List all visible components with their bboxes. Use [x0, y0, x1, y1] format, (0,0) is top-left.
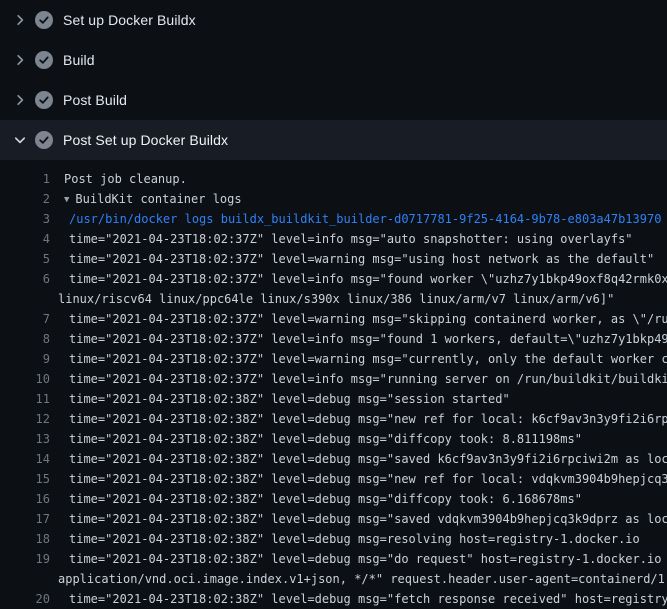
log-area: 1 Post job cleanup. 2 ▼BuildKit containe… [0, 160, 667, 609]
check-circle-icon [35, 131, 53, 149]
log-line-number[interactable] [0, 569, 50, 589]
log-line-number[interactable]: 8 [0, 329, 50, 349]
log-line-text: time="2021-04-23T18:02:37Z" level=warnin… [50, 309, 667, 329]
log-line-text: time="2021-04-23T18:02:38Z" level=debug … [50, 549, 667, 569]
log-line: 6 time="2021-04-23T18:02:37Z" level=info… [0, 269, 667, 289]
chevron-right-icon [12, 92, 28, 108]
log-line-number[interactable]: 5 [0, 249, 50, 269]
log-line: 11 time="2021-04-23T18:02:38Z" level=deb… [0, 389, 667, 409]
log-line-number[interactable]: 9 [0, 349, 50, 369]
log-line: 9 time="2021-04-23T18:02:37Z" level=warn… [0, 349, 667, 369]
log-line: 2 ▼BuildKit container logs [0, 189, 667, 209]
log-line: 1 Post job cleanup. [0, 169, 667, 189]
triangle-down-icon[interactable]: ▼ [64, 190, 69, 209]
log-line: 8 time="2021-04-23T18:02:37Z" level=info… [0, 329, 667, 349]
log-line-number[interactable]: 2 [0, 189, 50, 209]
step-title: Set up Docker Buildx [63, 12, 196, 28]
log-line: 14 time="2021-04-23T18:02:38Z" level=deb… [0, 449, 667, 469]
log-line-text: application/vnd.oci.image.index.v1+json,… [50, 569, 667, 589]
log-line-text: time="2021-04-23T18:02:37Z" level=info m… [50, 329, 667, 349]
log-line-number[interactable]: 20 [0, 589, 50, 609]
log-line-text: time="2021-04-23T18:02:38Z" level=debug … [50, 449, 667, 469]
log-line: 18 time="2021-04-23T18:02:38Z" level=deb… [0, 529, 667, 549]
log-line-text: ▼BuildKit container logs [50, 189, 242, 209]
log-line: 4 time="2021-04-23T18:02:37Z" level=info… [0, 229, 667, 249]
step-title: Build [63, 52, 95, 68]
step-title: Post Build [63, 92, 127, 108]
log-line-number[interactable]: 11 [0, 389, 50, 409]
log-line: 19 time="2021-04-23T18:02:38Z" level=deb… [0, 549, 667, 569]
step-row-build[interactable]: Build [0, 40, 667, 80]
log-line-number[interactable]: 7 [0, 309, 50, 329]
step-row-setup-docker-buildx[interactable]: Set up Docker Buildx [0, 0, 667, 40]
log-line-number[interactable]: 3 [0, 209, 50, 229]
log-line-text: time="2021-04-23T18:02:37Z" level=warnin… [50, 349, 667, 369]
log-line: 7 time="2021-04-23T18:02:37Z" level=warn… [0, 309, 667, 329]
log-line: 17 time="2021-04-23T18:02:38Z" level=deb… [0, 509, 667, 529]
check-circle-icon [35, 11, 53, 29]
log-line-text: time="2021-04-23T18:02:38Z" level=debug … [50, 509, 667, 529]
log-line-text: time="2021-04-23T18:02:38Z" level=debug … [50, 409, 667, 429]
log-line-text: Post job cleanup. [50, 169, 187, 189]
log-line: 12 time="2021-04-23T18:02:38Z" level=deb… [0, 409, 667, 429]
log-line-number[interactable]: 18 [0, 529, 50, 549]
log-line-number[interactable]: 10 [0, 369, 50, 389]
step-row-post-setup-docker-buildx[interactable]: Post Set up Docker Buildx [0, 120, 667, 160]
log-line-text: time="2021-04-23T18:02:37Z" level=warnin… [50, 249, 654, 269]
log-line-text: time="2021-04-23T18:02:37Z" level=info m… [50, 269, 667, 289]
log-line-text: time="2021-04-23T18:02:37Z" level=info m… [50, 229, 633, 249]
log-line-number[interactable]: 13 [0, 429, 50, 449]
check-circle-icon [35, 91, 53, 109]
chevron-right-icon [12, 12, 28, 28]
log-line-text: time="2021-04-23T18:02:38Z" level=debug … [50, 389, 510, 409]
log-line: 3 /usr/bin/docker logs buildx_buildkit_b… [0, 209, 667, 229]
log-line-number[interactable]: 17 [0, 509, 50, 529]
log-line: application/vnd.oci.image.index.v1+json,… [0, 569, 667, 589]
log-line-number[interactable]: 16 [0, 489, 50, 509]
check-circle-icon [35, 51, 53, 69]
step-list: Set up Docker Buildx Build Post Build Po… [0, 0, 667, 160]
log-line: 16 time="2021-04-23T18:02:38Z" level=deb… [0, 489, 667, 509]
log-line-number[interactable]: 6 [0, 269, 50, 289]
log-line-text: /usr/bin/docker logs buildx_buildkit_bui… [50, 209, 661, 229]
log-line-number[interactable] [0, 289, 50, 309]
log-line: 15 time="2021-04-23T18:02:38Z" level=deb… [0, 469, 667, 489]
log-line-text: linux/riscv64 linux/ppc64le linux/s390x … [50, 289, 614, 309]
log-line-text: time="2021-04-23T18:02:38Z" level=debug … [50, 429, 582, 449]
log-line-text: time="2021-04-23T18:02:38Z" level=debug … [50, 529, 640, 549]
log-line-text: time="2021-04-23T18:02:38Z" level=debug … [50, 589, 667, 609]
log-line-number[interactable]: 12 [0, 409, 50, 429]
log-line-number[interactable]: 19 [0, 549, 50, 569]
log-line: 10 time="2021-04-23T18:02:37Z" level=inf… [0, 369, 667, 389]
log-line-number[interactable]: 15 [0, 469, 50, 489]
chevron-right-icon [12, 52, 28, 68]
log-line: 5 time="2021-04-23T18:02:37Z" level=warn… [0, 249, 667, 269]
log-line-number[interactable]: 4 [0, 229, 50, 249]
log-line-number[interactable]: 14 [0, 449, 50, 469]
log-line-number[interactable]: 1 [0, 169, 50, 189]
step-title: Post Set up Docker Buildx [63, 132, 228, 148]
log-line: 20 time="2021-04-23T18:02:38Z" level=deb… [0, 589, 667, 609]
chevron-down-icon [12, 132, 28, 148]
log-line: 13 time="2021-04-23T18:02:38Z" level=deb… [0, 429, 667, 449]
log-line-text: time="2021-04-23T18:02:38Z" level=debug … [50, 489, 582, 509]
log-line-text: time="2021-04-23T18:02:37Z" level=info m… [50, 369, 667, 389]
log-line: linux/riscv64 linux/ppc64le linux/s390x … [0, 289, 667, 309]
log-line-text: time="2021-04-23T18:02:38Z" level=debug … [50, 469, 667, 489]
step-row-post-build[interactable]: Post Build [0, 80, 667, 120]
